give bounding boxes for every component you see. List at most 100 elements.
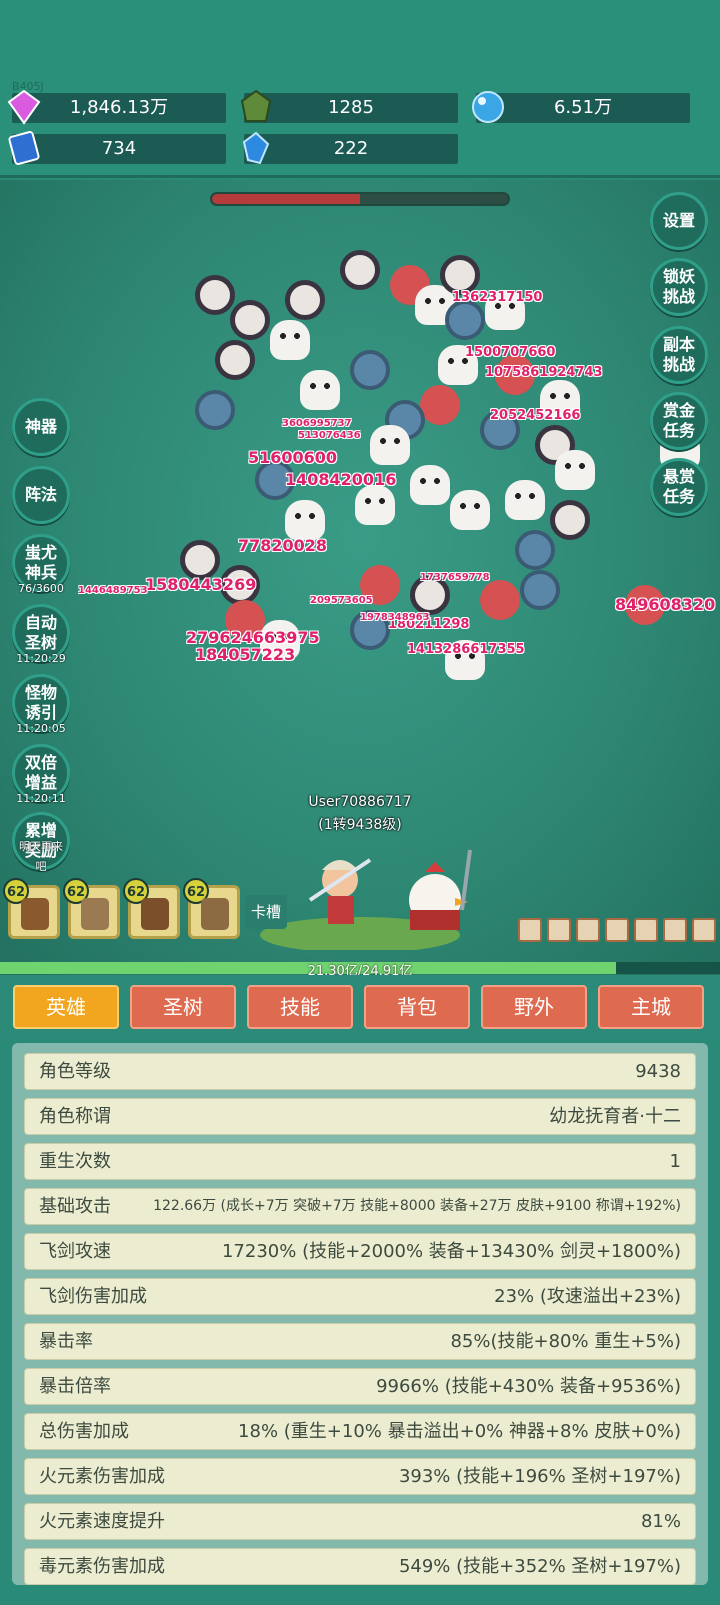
monster-ghost[interactable] <box>355 485 395 525</box>
equip-slot-armor[interactable]: 62 <box>63 878 120 939</box>
damage-number: 1580443269 <box>145 575 257 594</box>
chiyou-weapon-label: 蚩尤 神兵 <box>24 543 57 582</box>
monster-eye[interactable] <box>195 390 235 430</box>
stat-row: 飞剑伤害加成 23% (攻速溢出+23%) <box>24 1278 696 1315</box>
monster-sheep[interactable] <box>195 275 235 315</box>
stat-row: 暴击率 85%(技能+80% 重生+5%) <box>24 1323 696 1360</box>
monster-sheep[interactable] <box>340 250 380 290</box>
book-value: 734 <box>101 138 137 159</box>
buff-icon[interactable] <box>547 918 571 942</box>
blue-orb-icon <box>472 91 504 123</box>
equip-slot-boots[interactable]: 62 <box>183 878 240 939</box>
monster-ghost[interactable] <box>270 320 310 360</box>
equip-slot-shield[interactable]: 62 <box>123 878 180 939</box>
reward-task-label: 悬赏 任务 <box>662 467 695 506</box>
book-icon <box>8 131 40 165</box>
bounty-task-label: 赏金 任务 <box>662 401 695 440</box>
blue-crystal-icon <box>242 131 270 165</box>
stat-label: 角色称谓 <box>39 1106 111 1127</box>
battle-field[interactable]: 1362317150 1500707660 1075861924743 2052… <box>0 180 720 975</box>
stat-row: 角色称谓 幼龙抚育者·十二 <box>24 1098 696 1135</box>
tab-skills[interactable]: 技能 <box>247 985 353 1029</box>
blue-crystal-counter: 222 <box>242 131 458 165</box>
boots-icon <box>201 898 229 930</box>
blue-orb-counter: 6.51万 <box>472 91 690 123</box>
stat-value: 81% <box>640 1511 681 1532</box>
monster-ghost[interactable] <box>285 500 325 540</box>
monster-red[interactable] <box>420 385 460 425</box>
stat-row: 总伤害加成 18% (重生+10% 暴击溢出+0% 神器+8% 皮肤+0%) <box>24 1413 696 1450</box>
chiyou-weapon-progress: 76/3600 <box>18 582 64 595</box>
player-level: (1转9438级) <box>318 817 402 833</box>
stat-value: 1 <box>669 1151 681 1172</box>
green-crystal-icon <box>240 89 272 122</box>
monster-sheep[interactable] <box>550 500 590 540</box>
shield-icon <box>141 898 169 930</box>
monster-eye[interactable] <box>515 530 555 570</box>
blue-orb-value: 6.51万 <box>553 97 613 118</box>
bounty-task-button[interactable]: 赏金 任务 <box>650 392 708 450</box>
buff-icon[interactable] <box>518 918 542 942</box>
auto-tree-timer: 11:20:29 <box>16 652 66 665</box>
monster-ghost[interactable] <box>450 490 490 530</box>
stat-value: 23% (攻速溢出+23%) <box>494 1286 681 1307</box>
cumulative-reward-status: 明天再来吧 <box>19 840 63 873</box>
tab-sacred-tree[interactable]: 圣树 <box>130 985 236 1029</box>
card-slot-button[interactable]: 卡槽 <box>245 895 287 929</box>
tab-backpack[interactable]: 背包 <box>364 985 470 1029</box>
monster-ghost[interactable] <box>370 425 410 465</box>
chiyou-weapon-button[interactable]: 蚩尤 神兵 76/3600 <box>12 534 70 595</box>
monster-sheep[interactable] <box>285 280 325 320</box>
monster-ghost[interactable] <box>300 370 340 410</box>
stat-label: 火元素伤害加成 <box>39 1466 165 1487</box>
auto-tree-button[interactable]: 自动 圣树 11:20:29 <box>12 604 70 665</box>
stat-value: 18% (重生+10% 暴击溢出+0% 神器+8% 皮肤+0%) <box>238 1421 681 1442</box>
monster-lure-timer: 11:20:05 <box>16 722 66 735</box>
monster-ghost[interactable] <box>410 465 450 505</box>
monster-sheep[interactable] <box>180 540 220 580</box>
tab-wild[interactable]: 野外 <box>481 985 587 1029</box>
blue-crystal-value: 222 <box>333 138 369 159</box>
stat-value: 122.66万 (成长+7万 突破+7万 技能+8000 装备+27万 皮肤+9… <box>153 1198 681 1214</box>
stat-value: 9966% (技能+430% 装备+9536%) <box>376 1376 681 1397</box>
buff-icon[interactable] <box>634 918 658 942</box>
damage-number: 1978348963 <box>360 612 430 623</box>
monster-lure-button[interactable]: 怪物 诱引 11:20:05 <box>12 674 70 735</box>
monster-eye[interactable] <box>350 350 390 390</box>
monster-eye[interactable] <box>520 570 560 610</box>
armor-icon <box>81 898 109 930</box>
monster-ghost[interactable] <box>555 450 595 490</box>
stat-row: 基础攻击 122.66万 (成长+7万 突破+7万 技能+8000 装备+27万 … <box>24 1188 696 1225</box>
monster-eye[interactable] <box>445 300 485 340</box>
monster-red[interactable] <box>480 580 520 620</box>
monster-sheep[interactable] <box>440 255 480 295</box>
artifact-button[interactable]: 神器 <box>12 398 70 456</box>
tab-hero[interactable]: 英雄 <box>13 985 119 1029</box>
tab-main-city[interactable]: 主城 <box>598 985 704 1029</box>
gem-counter: 1,846.13万 <box>7 89 226 125</box>
hero-stats-panel[interactable]: 角色等级 9438 角色称谓 幼龙抚育者·十二 重生次数 1 基础攻击 122.66万 … <box>12 1043 708 1585</box>
stat-value: 幼龙抚育者·十二 <box>549 1106 681 1127</box>
buff-icon[interactable] <box>576 918 600 942</box>
main-tabs: 英雄 圣树 技能 背包 野外 主城 <box>0 975 720 1035</box>
stat-row: 暴击倍率 9966% (技能+430% 装备+9536%) <box>24 1368 696 1405</box>
buff-icon[interactable] <box>605 918 629 942</box>
monster-ghost[interactable] <box>505 480 545 520</box>
settings-button[interactable]: 设置 <box>650 192 708 250</box>
green-crystal-counter: 1285 <box>240 89 458 123</box>
demon-lock-challenge-button[interactable]: 锁妖 挑战 <box>650 258 708 316</box>
green-crystal-value: 1285 <box>328 97 374 118</box>
dungeon-challenge-button[interactable]: 副本 挑战 <box>650 326 708 384</box>
monster-sheep[interactable] <box>215 340 255 380</box>
buff-icon[interactable] <box>692 918 716 942</box>
stat-label: 毒元素伤害加成 <box>39 1556 165 1577</box>
reward-task-button[interactable]: 悬赏 任务 <box>650 458 708 516</box>
monster-sheep[interactable] <box>230 300 270 340</box>
stat-label: 总伤害加成 <box>39 1421 129 1442</box>
equip-slot-weapon[interactable]: 62 <box>3 878 60 939</box>
damage-number: 3606995737 <box>282 418 352 429</box>
sword-icon <box>21 898 49 930</box>
stat-label: 暴击率 <box>39 1331 93 1352</box>
buff-icon[interactable] <box>663 918 687 942</box>
formation-button[interactable]: 阵法 <box>12 466 70 524</box>
